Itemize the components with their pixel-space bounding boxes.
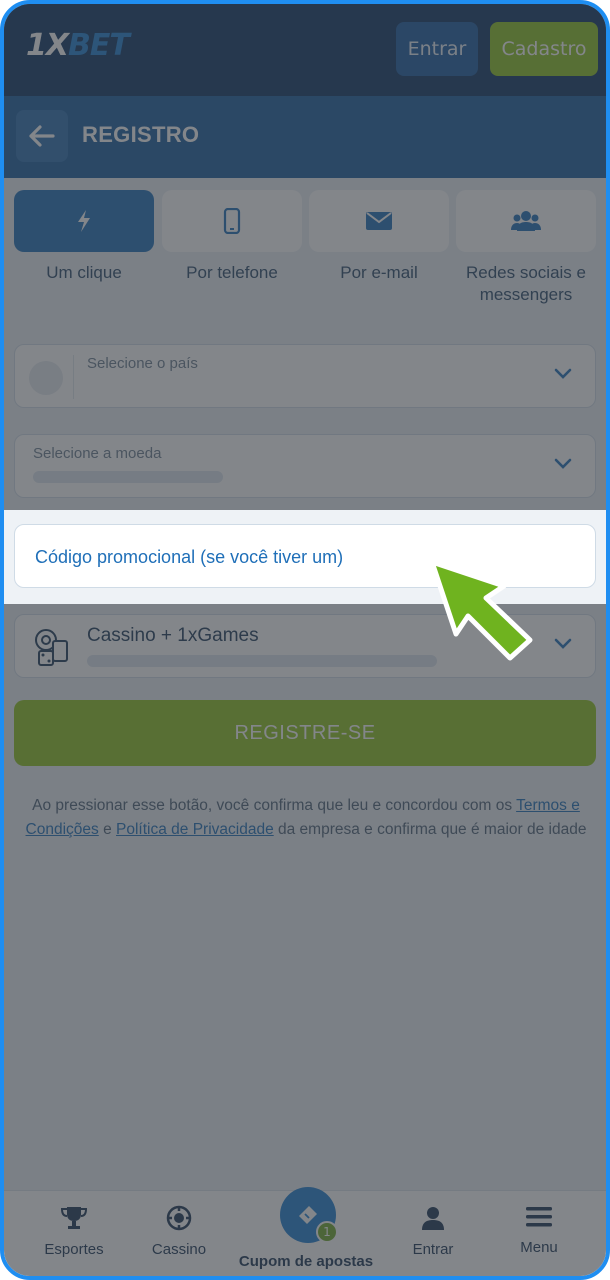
envelope-icon — [366, 212, 392, 230]
tab-email[interactable] — [309, 190, 449, 252]
logo-part-1x: 1X — [26, 28, 69, 63]
pointer-arrow-icon — [429, 559, 533, 661]
register-button[interactable]: REGISTRE-SE — [14, 700, 596, 766]
casino-chips-icon — [35, 629, 68, 666]
login-button[interactable]: Entrar — [396, 22, 478, 76]
phone-frame: 1XBET Entrar Cadastro REGISTRO Um clique… — [0, 0, 610, 1280]
terms-part-1: Ao pressionar esse botão, você confirma … — [32, 797, 517, 814]
nav-login[interactable]: Entrar — [378, 1205, 488, 1258]
casino-chip-icon — [166, 1205, 192, 1231]
users-icon — [511, 211, 541, 231]
currency-select[interactable]: Selecione a moeda — [14, 434, 596, 498]
page-title: REGISTRO — [82, 122, 200, 147]
bonus-title: Cassino + 1xGames — [87, 625, 259, 646]
nav-casino[interactable]: Cassino — [124, 1205, 234, 1258]
coupon-count-badge: 1 — [316, 1221, 338, 1243]
nav-login-label: Entrar — [412, 1241, 454, 1258]
nav-sports[interactable]: Esportes — [19, 1205, 129, 1258]
country-flag-icon — [29, 361, 63, 395]
terms-text: Ao pressionar esse botão, você confirma … — [18, 794, 594, 842]
hamburger-menu-icon — [526, 1207, 552, 1227]
country-label: Selecione o país — [87, 355, 198, 372]
nav-casino-label: Cassino — [151, 1241, 207, 1258]
bottom-nav: Esportes Cassino 1 Cupom de apostas Entr… — [4, 1187, 606, 1276]
tab-label-one-click: Um clique — [46, 263, 122, 282]
user-icon — [422, 1207, 444, 1230]
tab-label-email: Por e-mail — [340, 263, 418, 282]
tab-label-social: Redes sociais e messengers — [465, 263, 586, 304]
tab-label-phone: Por telefone — [186, 263, 278, 282]
nav-coupon-label: Cupom de apostas — [238, 1253, 374, 1270]
phone-icon — [223, 208, 241, 234]
nav-menu-label: Menu — [520, 1239, 558, 1256]
brand-logo[interactable]: 1XBET — [26, 28, 130, 63]
terms-part-3: da empresa e confirma que é maior de ida… — [273, 821, 587, 838]
nav-menu[interactable]: Menu — [484, 1205, 594, 1256]
tab-social[interactable] — [456, 190, 596, 252]
top-header: 1XBET Entrar Cadastro — [4, 4, 606, 96]
privacy-link[interactable]: Política de Privacidade — [116, 821, 274, 838]
tab-one-click[interactable] — [14, 190, 154, 252]
lightning-icon — [78, 210, 90, 232]
chevron-down-icon — [554, 638, 572, 649]
field-separator — [73, 355, 74, 399]
bonus-description-blurred — [87, 655, 437, 667]
back-button[interactable] — [16, 110, 68, 162]
currency-value-blurred — [33, 471, 223, 483]
country-select[interactable]: Selecione o país — [14, 344, 596, 408]
promo-code-placeholder: Código promocional (se você tiver um) — [35, 547, 344, 567]
tab-phone[interactable] — [162, 190, 302, 252]
currency-label: Selecione a moeda — [33, 445, 162, 462]
nav-sports-label: Esportes — [44, 1241, 104, 1258]
chevron-down-icon — [554, 368, 572, 379]
ticket-icon — [299, 1206, 317, 1224]
chevron-down-icon — [554, 458, 572, 469]
signup-button[interactable]: Cadastro — [490, 22, 598, 76]
title-bar: REGISTRO — [4, 96, 606, 178]
arrow-left-icon — [29, 125, 55, 147]
logo-part-bet: BET — [68, 28, 130, 63]
terms-part-2: e — [98, 821, 117, 838]
trophy-icon — [60, 1207, 88, 1229]
